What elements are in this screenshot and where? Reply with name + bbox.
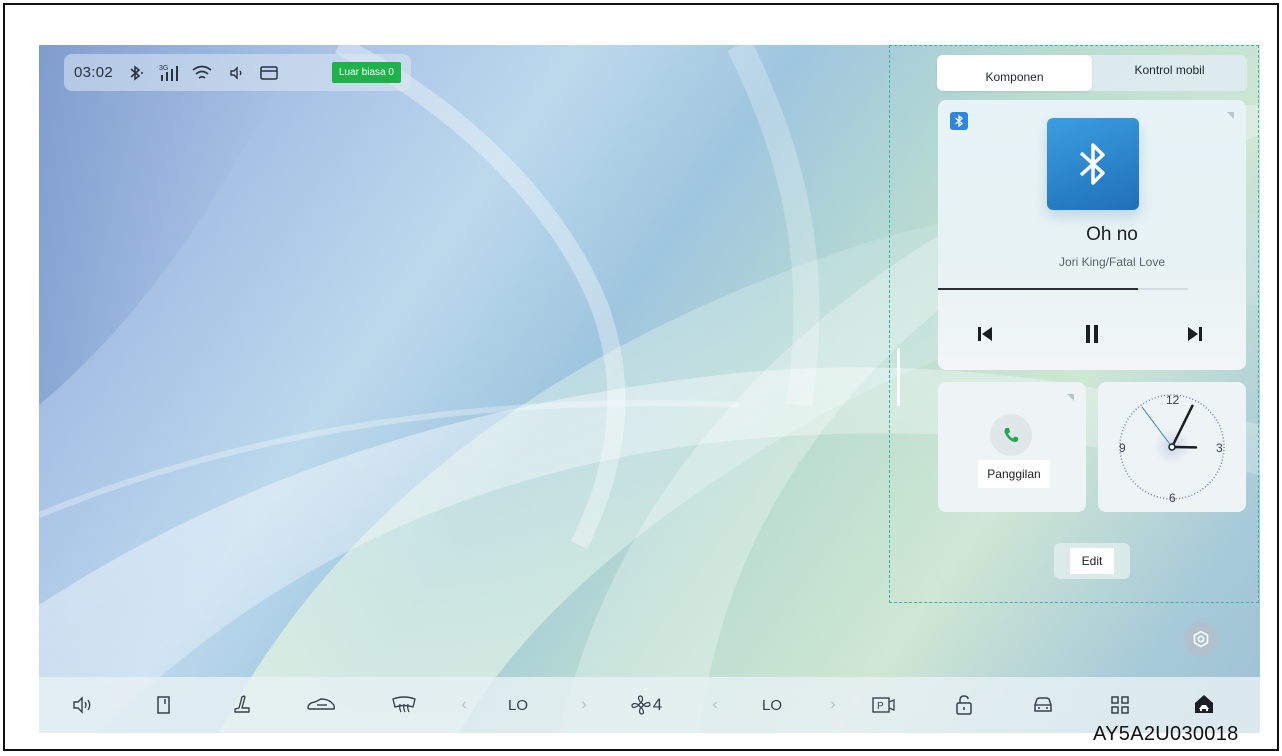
- phone-icon: [990, 414, 1032, 456]
- unlock-icon[interactable]: [949, 677, 979, 733]
- chevron-right-icon[interactable]: ›: [825, 677, 841, 733]
- bluetooth-icon: [125, 63, 146, 83]
- network-label: 3G: [159, 65, 168, 72]
- playback-progress-bar[interactable]: [938, 288, 1188, 290]
- volume-icon[interactable]: [67, 677, 101, 733]
- call-label: Panggilan: [978, 460, 1050, 488]
- tab-kontrol-mobil[interactable]: Kontrol mobil: [1092, 55, 1247, 91]
- card-corner-marker: [1227, 112, 1234, 119]
- infotainment-screen: 03:02 3G Luar biasa 0 Komponen Kontrol m…: [39, 45, 1260, 733]
- clock-time: 03:02: [74, 64, 114, 81]
- parking-camera-icon[interactable]: P: [869, 677, 899, 733]
- message-icon[interactable]: [259, 63, 280, 83]
- svg-text:P: P: [877, 701, 884, 712]
- song-artist: Jori King/Fatal Love: [1058, 255, 1166, 269]
- alert-badge[interactable]: Luar biasa 0: [331, 62, 401, 83]
- seat-icon[interactable]: [227, 677, 257, 733]
- page-frame: 03:02 3G Luar biasa 0 Komponen Kontrol m…: [3, 3, 1279, 751]
- chevron-right-icon[interactable]: ›: [576, 677, 592, 733]
- left-temperature[interactable]: LO: [503, 677, 533, 733]
- fan-level: 4: [652, 695, 663, 714]
- right-temperature[interactable]: LO: [757, 677, 787, 733]
- clock-numeral-3: 3: [1216, 441, 1223, 455]
- clock-numeral-6: 6: [1169, 491, 1176, 505]
- rear-defrost-icon[interactable]: [387, 677, 421, 733]
- vehicle-icon[interactable]: [1028, 677, 1058, 733]
- fan-icon: [631, 695, 651, 715]
- widget-panel: Komponen Kontrol mobil Oh no Jori King/F…: [889, 45, 1259, 603]
- car-mode-icon[interactable]: [301, 677, 341, 733]
- chevron-left-icon[interactable]: ‹: [707, 677, 723, 733]
- settings-icon: [1193, 630, 1209, 648]
- playback-progress-fill: [938, 288, 1138, 290]
- clock-numeral-9: 9: [1119, 441, 1126, 455]
- floating-settings-button[interactable]: [1184, 622, 1218, 656]
- edit-button[interactable]: Edit: [1054, 543, 1130, 579]
- song-title: Oh no: [1086, 224, 1138, 245]
- next-icon[interactable]: [1183, 322, 1207, 346]
- door-icon[interactable]: [149, 677, 179, 733]
- wifi-icon: [191, 63, 213, 83]
- edit-label: Edit: [1069, 548, 1115, 574]
- cellular-3g-icon: 3G: [158, 63, 179, 83]
- previous-icon[interactable]: [973, 322, 997, 346]
- status-bar: 03:02 3G Luar biasa 0: [64, 54, 411, 91]
- fan-speed-control[interactable]: 4: [621, 677, 671, 733]
- pause-icon[interactable]: [1080, 322, 1104, 346]
- bluetooth-source-icon: [950, 112, 968, 130]
- volume-icon: [225, 63, 246, 83]
- document-code: AY5A2U030018: [1093, 723, 1239, 745]
- bottom-dock: ‹ LO › 4 ‹ LO › P: [39, 677, 1260, 733]
- chevron-left-icon[interactable]: ‹: [456, 677, 472, 733]
- card-corner-marker: [1067, 394, 1074, 401]
- analog-clock-face: 12 3 6 9: [1119, 393, 1225, 505]
- album-art-bluetooth-icon: [1047, 118, 1139, 210]
- tab-komponen[interactable]: Komponen: [937, 55, 1092, 91]
- call-widget-card[interactable]: Panggilan: [938, 382, 1086, 512]
- clock-numeral-12: 12: [1166, 393, 1180, 407]
- media-player-card[interactable]: Oh no Jori King/Fatal Love: [938, 100, 1246, 370]
- widget-tab-bar: Komponen Kontrol mobil: [937, 55, 1247, 91]
- analog-clock-card[interactable]: 12 3 6 9: [1098, 382, 1246, 512]
